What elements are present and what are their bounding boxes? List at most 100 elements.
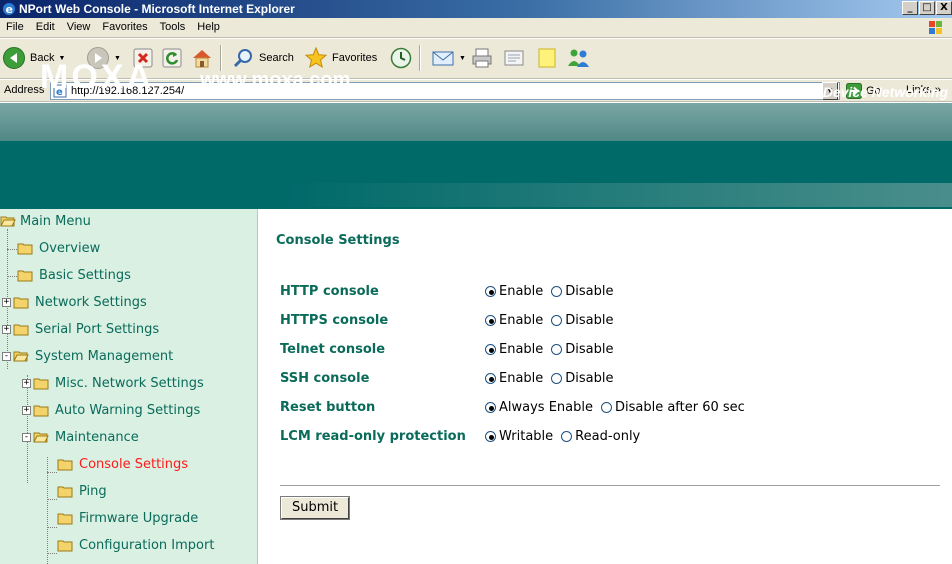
radio-selected[interactable] <box>485 344 496 355</box>
option-label: Read-only <box>575 429 641 444</box>
radio-unselected[interactable] <box>551 315 563 326</box>
setting-row-telnet-console: Telnet console Enable Disable <box>280 340 900 362</box>
setting-label: HTTP console <box>280 284 379 299</box>
form-divider <box>280 485 940 486</box>
main-menu-tree: Main Menu Overview Basic Settings + Netw… <box>0 209 258 564</box>
menu-help[interactable]: Help <box>191 18 226 37</box>
radio-unselected[interactable] <box>561 431 573 442</box>
edit-button[interactable] <box>502 43 526 73</box>
telnet-disable-option[interactable]: Disable <box>551 342 614 357</box>
tree-item-console-settings[interactable]: Console Settings <box>57 454 188 474</box>
history-button[interactable] <box>389 43 413 73</box>
tree-item-label: Network Settings <box>35 294 147 310</box>
option-label: Disable after 60 sec <box>614 400 745 415</box>
tree-item-serial-port-settings[interactable]: + Serial Port Settings <box>2 319 159 339</box>
mail-dropdown-icon[interactable]: ▼ <box>459 55 466 62</box>
svg-text:e: e <box>6 3 13 16</box>
mail-button[interactable]: ▼ <box>431 43 466 73</box>
menu-edit[interactable]: Edit <box>30 18 61 37</box>
folder-icon <box>13 297 29 309</box>
page-title: Console Settings <box>276 233 400 248</box>
menu-tools[interactable]: Tools <box>154 18 192 37</box>
menu-bar: File Edit View Favorites Tools Help <box>0 18 952 38</box>
menu-view[interactable]: View <box>61 18 97 37</box>
radio-selected[interactable] <box>485 402 496 413</box>
messenger-button[interactable] <box>566 43 592 73</box>
maximize-button[interactable]: □ <box>919 1 935 15</box>
setting-row-lcm-protection: LCM read-only protection Writable Read-o… <box>280 427 900 449</box>
radio-selected[interactable] <box>485 431 496 442</box>
tree-item-firmware-upgrade[interactable]: Firmware Upgrade <box>57 508 198 528</box>
tree-item-label: Console Settings <box>79 456 189 472</box>
option-label: Enable <box>499 342 544 357</box>
radio-selected[interactable] <box>485 315 496 326</box>
tree-item-label: Auto Warning Settings <box>55 402 201 418</box>
expand-plus-icon[interactable]: + <box>22 405 31 415</box>
radio-unselected[interactable] <box>551 344 563 355</box>
tree-item-label: Misc. Network Settings <box>55 375 204 391</box>
telnet-enable-option[interactable]: Enable <box>485 342 543 357</box>
folder-icon <box>57 486 73 498</box>
option-label: Always Enable <box>499 400 593 415</box>
setting-label: HTTPS console <box>280 313 389 328</box>
window-title-bar[interactable]: e NPort Web Console - Microsoft Internet… <box>0 0 952 18</box>
radio-selected[interactable] <box>485 286 496 297</box>
refresh-button[interactable] <box>161 43 183 73</box>
https-disable-option[interactable]: Disable <box>551 313 614 328</box>
tree-item-configuration-import[interactable]: Configuration Import <box>57 535 214 555</box>
tree-item-maintenance[interactable]: - Maintenance <box>22 427 139 447</box>
favorites-star-icon <box>304 46 328 69</box>
setting-label: Reset button <box>280 400 376 415</box>
radio-unselected[interactable] <box>551 286 563 297</box>
https-enable-option[interactable]: Enable <box>485 313 543 328</box>
print-button[interactable] <box>470 43 494 73</box>
back-arrow-icon <box>3 47 25 69</box>
menu-favorites[interactable]: Favorites <box>96 18 153 37</box>
windows-logo-icon <box>929 21 942 34</box>
refresh-icon <box>162 48 182 68</box>
http-disable-option[interactable]: Disable <box>551 284 614 299</box>
reset-disable-after-60-option[interactable]: Disable after 60 sec <box>600 400 745 415</box>
close-button[interactable]: X <box>936 1 952 15</box>
radio-selected[interactable] <box>485 373 496 384</box>
expand-plus-icon[interactable]: + <box>22 378 31 388</box>
mail-icon <box>432 51 454 66</box>
option-label: Disable <box>565 313 614 328</box>
expand-plus-icon[interactable]: + <box>2 324 11 334</box>
radio-unselected[interactable] <box>551 373 563 384</box>
collapse-minus-icon[interactable]: - <box>22 432 31 442</box>
radio-unselected[interactable] <box>600 402 612 413</box>
menu-file[interactable]: File <box>0 18 30 37</box>
tree-item-main-menu[interactable]: Main Menu <box>0 211 91 231</box>
setting-label: SSH console <box>280 371 370 386</box>
minimize-button[interactable]: _ <box>902 1 918 15</box>
submit-button[interactable]: Submit <box>279 496 351 520</box>
lcm-writable-option[interactable]: Writable <box>485 429 553 444</box>
reset-always-enable-option[interactable]: Always Enable <box>485 400 593 415</box>
tree-item-basic-settings[interactable]: Basic Settings <box>17 265 131 285</box>
folder-icon <box>33 378 49 390</box>
tree-item-auto-warning-settings[interactable]: + Auto Warning Settings <box>22 400 200 420</box>
search-icon <box>233 49 252 68</box>
folder-icon <box>13 324 29 336</box>
tree-item-overview[interactable]: Overview <box>17 238 100 258</box>
favorites-label: Favorites <box>332 52 378 64</box>
expand-plus-icon[interactable]: + <box>2 297 11 307</box>
tree-item-network-settings[interactable]: + Network Settings <box>2 292 147 312</box>
ssh-disable-option[interactable]: Disable <box>551 371 614 386</box>
setting-label: Telnet console <box>280 342 386 357</box>
tree-line <box>7 249 17 250</box>
discuss-button[interactable] <box>535 43 559 73</box>
tree-item-system-management[interactable]: - System Management <box>2 346 173 366</box>
window-title: NPort Web Console - Microsoft Internet E… <box>19 2 295 16</box>
http-enable-option[interactable]: Enable <box>485 284 543 299</box>
tree-item-label: Ping <box>79 483 107 499</box>
moxa-url[interactable]: www.moxa.com <box>200 68 350 92</box>
tree-item-misc-network-settings[interactable]: + Misc. Network Settings <box>22 373 204 393</box>
collapse-minus-icon[interactable]: - <box>2 351 11 361</box>
note-icon <box>538 48 556 68</box>
print-icon <box>472 48 492 68</box>
ssh-enable-option[interactable]: Enable <box>485 371 543 386</box>
lcm-read-only-option[interactable]: Read-only <box>561 429 640 444</box>
tree-item-ping[interactable]: Ping <box>57 481 107 501</box>
